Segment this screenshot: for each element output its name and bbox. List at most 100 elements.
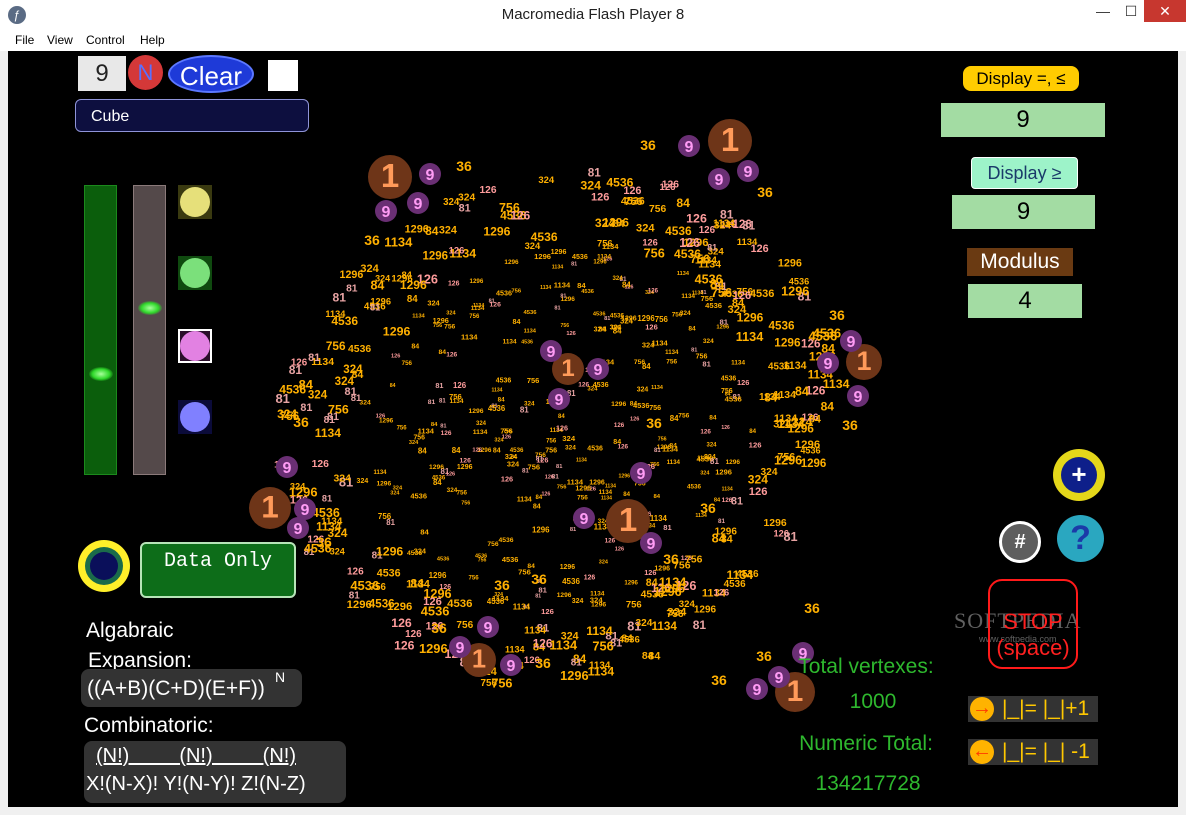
vertex-label: 1296 (340, 269, 364, 281)
vertex-label: 324 (443, 197, 460, 208)
vertex-label-nine: 9 (414, 196, 423, 213)
vertex-label: 4536 (750, 288, 774, 300)
vertex-label: 81 (783, 530, 797, 544)
color-swatch-green[interactable] (178, 256, 212, 290)
vertex-label: 1134 (517, 496, 532, 503)
vertex-label: 126 (714, 587, 730, 597)
vertex-label: 756 (527, 376, 540, 385)
n-value-field[interactable]: 9 (78, 56, 126, 91)
vertex-label-thirtysix: 36 (700, 500, 716, 516)
color-swatch-yellow[interactable] (178, 185, 212, 219)
vertex-label: 126 (733, 290, 752, 302)
vertex-label: 1134 (554, 281, 571, 290)
vertex-label-nine: 9 (555, 392, 564, 409)
zoom-in-button[interactable]: + (1053, 449, 1105, 501)
display-eq-value-field[interactable]: 9 (941, 103, 1105, 137)
arrow-right-icon: → (970, 697, 994, 721)
vertex-label: 1134 (449, 398, 463, 405)
vertex-label-nine: 9 (594, 362, 603, 379)
vertex-label-nine: 9 (294, 521, 303, 538)
maximize-button[interactable]: ☐ (1118, 0, 1144, 22)
stop-button[interactable]: STOP (space) (988, 579, 1078, 669)
left-slider-knob[interactable] (89, 367, 113, 381)
total-vertexes-value: 1000 (849, 690, 897, 713)
menu-file[interactable]: File (15, 33, 34, 47)
vertex-label-nine: 9 (744, 164, 753, 181)
vertex-label: 126 (541, 607, 554, 616)
vertex-label: 84 (418, 446, 427, 455)
vertex-label: 756 (461, 501, 470, 507)
vertex-label: 4536 (331, 314, 358, 328)
vertex-label: 1134 (736, 330, 764, 344)
modulus-button[interactable]: Modulus (967, 248, 1073, 276)
vertex-label: 1134 (491, 388, 502, 394)
color-swatch-pink[interactable] (178, 329, 212, 363)
vertex-label: 756 (499, 201, 520, 215)
vertex-label: 324 (642, 341, 655, 350)
vertex-label: 81 (588, 166, 602, 179)
vertex-label: 4536 (410, 491, 427, 500)
data-only-button[interactable]: Data Only (140, 542, 296, 598)
vertex-label: 1134 (722, 486, 733, 492)
combinatoric-numerators: (N!) (N!) (N!) (96, 745, 296, 767)
modulus-value-field[interactable]: 4 (968, 284, 1082, 318)
pink-dot-icon (180, 331, 210, 361)
vertex-label: 126 (737, 378, 749, 387)
vertex-label: 756 (326, 339, 346, 353)
help-button[interactable]: ? (1057, 515, 1104, 562)
vertex-label: 1296 (774, 335, 801, 349)
vertex-label: 84 (433, 478, 442, 487)
minimize-button[interactable]: — (1088, 0, 1118, 22)
vertex-label: 756 (456, 620, 473, 631)
step-back-button[interactable]: ← |_|= |_| -1 (968, 739, 1098, 765)
menu-control[interactable]: Control (86, 33, 125, 47)
vertex-label: 1134 (652, 620, 678, 633)
vertex-label: 126 (501, 474, 513, 483)
shape-dropdown[interactable]: Cube (75, 99, 309, 132)
algebraic-formula: ((A+B)(C+D)(E+F)) N (81, 669, 302, 707)
vertex-label-one: 1 (619, 501, 637, 538)
vertex-label: 1134 (418, 427, 435, 436)
vertex-label-nine: 9 (484, 620, 493, 637)
vertex-label: 126 (391, 353, 400, 359)
menu-help[interactable]: Help (140, 33, 165, 47)
close-button[interactable]: ✕ (1144, 0, 1186, 22)
vertex-label: 84 (410, 577, 424, 591)
vertex-label: 126 (700, 428, 711, 435)
vertex-label-thirtysix: 36 (663, 551, 679, 567)
vertex-label: 126 (394, 639, 415, 653)
menu-view[interactable]: View (47, 33, 73, 47)
background-color-button[interactable] (268, 60, 298, 91)
view-toggle-ring-button[interactable] (78, 540, 130, 592)
left-vertical-slider[interactable] (84, 185, 117, 475)
vertex-label: 4536 (695, 272, 723, 286)
vertex-label: 1296 (593, 260, 607, 266)
vertex-label: 126 (441, 430, 452, 437)
right-vertical-slider[interactable] (133, 185, 166, 475)
vertex-label: 1134 (315, 426, 342, 440)
number-toggle-button[interactable]: # (999, 521, 1041, 563)
vertex-label: 84 (558, 414, 565, 420)
vertex-label: 4536 (502, 555, 518, 564)
vertex-label: 81 (560, 293, 566, 299)
n-button[interactable]: N (128, 55, 163, 90)
vertex-label: 1134 (503, 339, 517, 346)
display-ge-button[interactable]: Display ≥ (971, 157, 1078, 189)
step-forward-button[interactable]: → |_|= |_|+1 (968, 696, 1098, 722)
vertex-label: 126 (449, 245, 465, 256)
vertex-label: 756 (500, 427, 512, 436)
vertex-label: 1296 (419, 641, 448, 656)
vertex-label: 1296 (376, 481, 391, 488)
color-swatch-blue[interactable] (178, 400, 212, 434)
vertex-label: 1134 (597, 253, 611, 260)
vertex-label: 324 (637, 387, 649, 394)
vertex-label: 126 (446, 472, 455, 478)
right-slider-knob[interactable] (138, 301, 162, 315)
clear-button[interactable]: Clear (168, 55, 254, 93)
display-eq-le-button[interactable]: Display =, ≤ (963, 66, 1079, 91)
vertex-label: 324 (290, 482, 306, 492)
vertex-label: 126 (642, 237, 658, 247)
vertex-label: 1296 (795, 439, 820, 451)
combinatoric-label: Combinatoric: (84, 714, 214, 737)
display-ge-value-field[interactable]: 9 (952, 195, 1095, 229)
